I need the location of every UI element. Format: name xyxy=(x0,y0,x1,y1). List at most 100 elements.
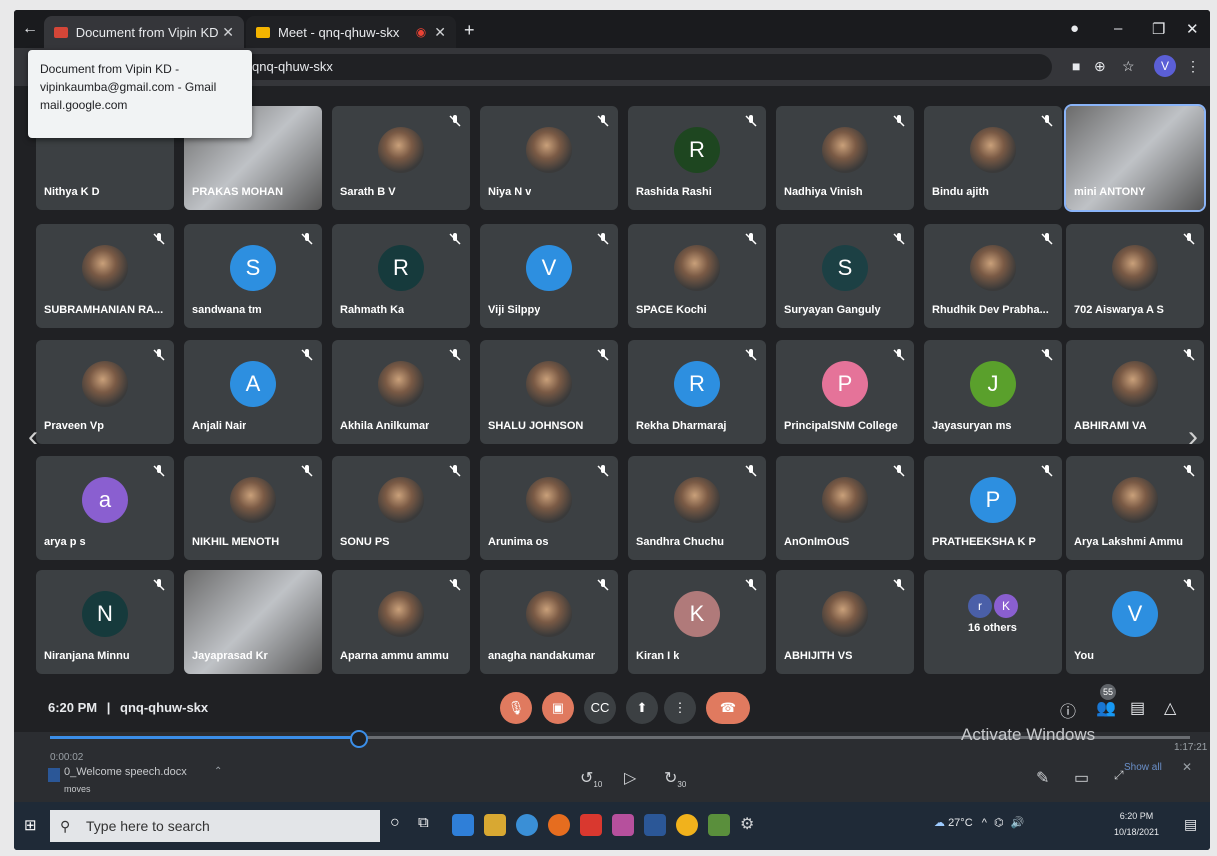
camera-icon[interactable]: ■ xyxy=(1072,58,1080,74)
restore-button[interactable]: ❐ xyxy=(1152,20,1165,38)
profile-dot-icon[interactable]: ● xyxy=(1070,20,1079,37)
participant-tile[interactable]: R Rashida Rashi xyxy=(628,106,766,210)
participant-tile[interactable]: ABHIJITH VS xyxy=(776,570,914,674)
seek-handle[interactable] xyxy=(349,730,368,748)
participant-tile[interactable]: V Viji Silppy xyxy=(480,224,618,328)
miniplayer-icon[interactable]: ▭ xyxy=(1074,768,1089,788)
skip-forward-icon[interactable]: ↻30 xyxy=(664,768,686,789)
participant-tile[interactable]: J Jayasuryan ms xyxy=(924,340,1062,444)
zoom-icon[interactable]: ⊕ xyxy=(1094,58,1106,75)
participant-tile[interactable]: SPACE Kochi xyxy=(628,224,766,328)
notifications-icon[interactable]: ▤ xyxy=(1184,816,1197,833)
close-window-button[interactable]: ✕ xyxy=(1186,20,1199,38)
muted-mic-icon xyxy=(1040,232,1054,246)
close-tab-icon[interactable]: ✕ xyxy=(222,24,234,41)
chevron-up-icon[interactable]: ⌃ xyxy=(214,766,222,777)
participant-tile[interactable]: Sarath B V xyxy=(332,106,470,210)
participant-tile[interactable]: SONU PS xyxy=(332,456,470,560)
word-icon[interactable] xyxy=(644,814,666,836)
participant-tile[interactable]: anagha nandakumar xyxy=(480,570,618,674)
participant-name: SONU PS xyxy=(340,536,390,548)
camera-off-button[interactable]: ▣ xyxy=(542,692,574,724)
participant-tile[interactable]: Sandhra Chuchu xyxy=(628,456,766,560)
prev-page-arrow-icon[interactable]: ‹ xyxy=(28,420,38,454)
bookmark-star-icon[interactable]: ☆ xyxy=(1122,58,1135,75)
participant-tile[interactable]: mini ANTONY xyxy=(1064,104,1206,212)
participant-tile[interactable]: SHALU JOHNSON xyxy=(480,340,618,444)
menu-kebab-icon[interactable]: ⋮ xyxy=(1186,58,1200,75)
participant-tile[interactable]: Rhudhik Dev Prabha... xyxy=(924,224,1062,328)
participant-tile[interactable]: 702 Aiswarya A S xyxy=(1066,224,1204,328)
publisher-icon[interactable] xyxy=(612,814,634,836)
tab-search-icon[interactable]: ← xyxy=(22,20,38,38)
participant-tile[interactable]: Niya N v xyxy=(480,106,618,210)
muted-mic-icon xyxy=(448,578,462,592)
new-tab-button[interactable]: + xyxy=(464,20,475,41)
tray-chevron-icon[interactable]: ^ xyxy=(982,817,987,829)
tab-meet[interactable]: Meet - qnq-qhuw-skx ◉ ✕ xyxy=(246,16,456,48)
omnibox[interactable]: qnq-qhuw-skx xyxy=(142,54,1052,80)
participant-tile[interactable]: P PrincipalSNM College xyxy=(776,340,914,444)
windows-start-icon[interactable]: ⊞ xyxy=(24,816,37,834)
participant-tile[interactable]: r K 16 others xyxy=(924,570,1062,674)
play-icon[interactable]: ▷ xyxy=(624,768,636,788)
leave-call-button[interactable]: ☎ xyxy=(706,692,750,724)
chrome-icon[interactable] xyxy=(676,814,698,836)
participant-tile[interactable]: ABHIRAMI VA xyxy=(1066,340,1204,444)
firefox-icon[interactable] xyxy=(548,814,570,836)
store-icon[interactable] xyxy=(452,814,474,836)
close-tab-icon[interactable]: ✕ xyxy=(434,24,446,41)
volume-icon[interactable]: 🔊 xyxy=(1011,817,1025,829)
participant-tile[interactable]: Nadhiya Vinish xyxy=(776,106,914,210)
participant-tile[interactable]: R Rahmath Ka xyxy=(332,224,470,328)
network-icon[interactable]: ⌬ xyxy=(994,817,1004,829)
task-view-icon[interactable]: ⧉ xyxy=(418,814,440,836)
acrobat-icon[interactable] xyxy=(580,814,602,836)
settings-icon[interactable]: ⚙ xyxy=(740,814,762,836)
participant-name: Arunima os xyxy=(488,536,549,548)
show-all-link[interactable]: Show all xyxy=(1124,762,1162,773)
participant-tile[interactable]: P PRATHEEKSHA K P xyxy=(924,456,1062,560)
participant-tile[interactable]: Akhila Anilkumar xyxy=(332,340,470,444)
present-button[interactable]: ⬆ xyxy=(626,692,658,724)
close-download-bar-icon[interactable]: ✕ xyxy=(1182,760,1192,774)
fullscreen-icon[interactable]: ⤢ xyxy=(1114,768,1124,783)
participant-tile[interactable]: SUBRAMHANIAN RA... xyxy=(36,224,174,328)
participant-tile[interactable]: Arya Lakshmi Ammu xyxy=(1066,456,1204,560)
next-page-arrow-icon[interactable]: › xyxy=(1188,420,1198,454)
participant-tile[interactable]: S Suryayan Ganguly xyxy=(776,224,914,328)
mic-off-button[interactable]: 🎙 xyxy=(500,692,532,724)
minimize-button[interactable]: – xyxy=(1114,20,1122,37)
captions-button[interactable]: CC xyxy=(584,692,616,724)
participant-tile[interactable]: A Anjali Nair xyxy=(184,340,322,444)
pen-icon[interactable]: ✎ xyxy=(1036,768,1049,788)
more-options-button[interactable]: ⋮ xyxy=(664,692,696,724)
activities-icon[interactable]: △ xyxy=(1164,698,1176,718)
participant-tile[interactable]: V You xyxy=(1066,570,1204,674)
file-explorer-icon[interactable] xyxy=(484,814,506,836)
participant-tile[interactable]: Praveen Vp xyxy=(36,340,174,444)
meet-app-icon[interactable] xyxy=(708,814,730,836)
people-icon[interactable]: 👥 xyxy=(1096,698,1116,718)
participant-tile[interactable]: Jayaprasad Kr xyxy=(184,570,322,674)
participant-tile[interactable]: a arya p s xyxy=(36,456,174,560)
participant-tile[interactable]: Bindu ajith xyxy=(924,106,1062,210)
participant-tile[interactable]: K Kiran I k xyxy=(628,570,766,674)
participant-tile[interactable]: N Niranjana Minnu xyxy=(36,570,174,674)
cortana-icon[interactable]: ○ xyxy=(390,814,412,836)
edge-icon[interactable] xyxy=(516,814,538,836)
download-filename[interactable]: 0_Welcome speech.docx xyxy=(64,766,187,778)
skip-back-icon[interactable]: ↺10 xyxy=(580,768,602,789)
chat-icon[interactable]: ▤ xyxy=(1130,698,1145,718)
participant-tile[interactable]: NIKHIL MENOTH xyxy=(184,456,322,560)
meeting-details-icon[interactable]: ⓘ xyxy=(1060,698,1076,722)
taskbar-search-box[interactable]: ⚲ Type here to search xyxy=(50,810,380,842)
tab-gmail-document[interactable]: Document from Vipin KD - vipink ✕ xyxy=(44,16,244,48)
taskbar-clock[interactable]: 6:20 PM 10/18/2021 xyxy=(1114,808,1159,840)
participant-tile[interactable]: Ssandwana tm xyxy=(184,224,322,328)
participant-tile[interactable]: Arunima os xyxy=(480,456,618,560)
profile-avatar[interactable]: V xyxy=(1154,55,1176,77)
participant-tile[interactable]: Aparna ammu ammu xyxy=(332,570,470,674)
participant-tile[interactable]: AnOnImOuS xyxy=(776,456,914,560)
participant-tile[interactable]: R Rekha Dharmaraj xyxy=(628,340,766,444)
